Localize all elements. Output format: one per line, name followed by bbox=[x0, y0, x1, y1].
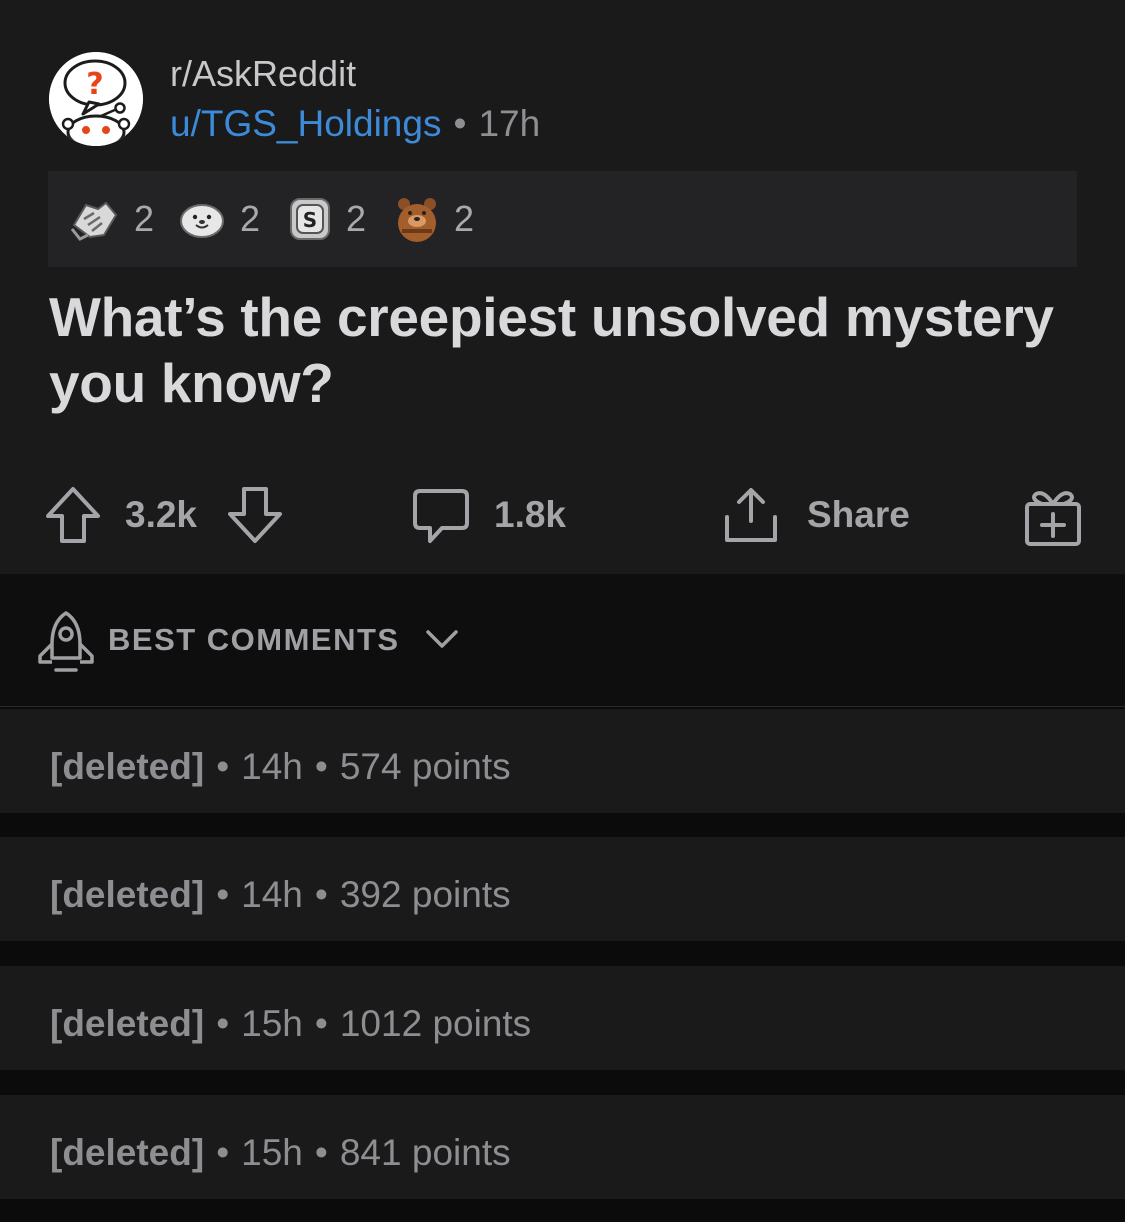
sort-label: BEST COMMENTS bbox=[108, 622, 400, 657]
comment-time: 14h bbox=[241, 746, 303, 787]
post-time: 17h bbox=[478, 103, 541, 144]
vote-score: 3.2k bbox=[125, 480, 197, 550]
chevron-down-icon bbox=[426, 630, 458, 648]
bear-award-icon bbox=[398, 198, 436, 242]
meta-separator: • bbox=[216, 1003, 230, 1044]
post-actions-bar: 3.2k 1.8k Share bbox=[0, 480, 1125, 550]
comment-author[interactable]: [deleted] bbox=[50, 874, 204, 915]
comment-points: 1012 points bbox=[339, 1003, 532, 1044]
svg-text:S: S bbox=[303, 208, 317, 232]
award-item[interactable]: S 2 bbox=[288, 195, 366, 243]
comment-meta: [deleted] • 14h • 574 points bbox=[50, 745, 511, 789]
comment-time: 15h bbox=[241, 1003, 303, 1044]
comment-item[interactable]: [deleted] • 14h • 392 points bbox=[0, 837, 1125, 941]
give-award-button[interactable] bbox=[1022, 480, 1084, 550]
downvote-arrow-icon bbox=[228, 487, 282, 543]
awards-bar[interactable]: 2 2 S 2 2 bbox=[48, 171, 1077, 267]
award-item[interactable]: 2 bbox=[70, 195, 154, 243]
award-count: 2 bbox=[346, 198, 367, 239]
meta-separator: • bbox=[216, 746, 230, 787]
meta-separator: • bbox=[314, 746, 328, 787]
post-card: ? r/AskReddit u/TGS_Holdings • 17h 2 2 S… bbox=[0, 0, 1125, 574]
comment-item[interactable]: [deleted] • 14h • 574 points bbox=[0, 709, 1125, 813]
askreddit-logo-icon: ? bbox=[49, 52, 143, 146]
comment-points: 392 points bbox=[339, 874, 511, 915]
award-item[interactable]: 2 bbox=[178, 195, 260, 243]
comment-bubble-icon bbox=[413, 489, 469, 543]
comment-author[interactable]: [deleted] bbox=[50, 746, 204, 787]
sort-selector[interactable]: BEST COMMENTS bbox=[108, 622, 460, 658]
comment-author[interactable]: [deleted] bbox=[50, 1132, 204, 1173]
upvote-button[interactable] bbox=[44, 480, 102, 550]
gift-icon bbox=[1025, 491, 1081, 546]
comment-meta: [deleted] • 15h • 841 points bbox=[50, 1131, 511, 1175]
meta-separator: • bbox=[216, 1132, 230, 1173]
award-count: 2 bbox=[240, 198, 261, 239]
meta-separator: • bbox=[314, 874, 328, 915]
share-button[interactable]: Share bbox=[721, 480, 910, 550]
comment-item[interactable]: [deleted] • 15h • 841 points bbox=[0, 1095, 1125, 1199]
wholesome-seal-award-icon bbox=[180, 204, 224, 238]
vote-count: 3.2k bbox=[125, 494, 198, 535]
comment-meta: [deleted] • 14h • 392 points bbox=[50, 873, 511, 917]
downvote-button[interactable] bbox=[226, 480, 284, 550]
silver-coin-award-icon: S bbox=[290, 198, 330, 240]
post-byline: u/TGS_Holdings • 17h bbox=[170, 101, 540, 147]
meta-separator: • bbox=[314, 1003, 328, 1044]
svg-text:?: ? bbox=[86, 67, 103, 102]
subreddit-avatar[interactable]: ? bbox=[49, 52, 143, 146]
meta-separator: • bbox=[216, 874, 230, 915]
comments-button[interactable]: 1.8k bbox=[412, 480, 566, 550]
comment-points: 574 points bbox=[339, 746, 511, 787]
award-count: 2 bbox=[134, 198, 155, 239]
comment-points: 841 points bbox=[339, 1132, 511, 1173]
award-item[interactable]: 2 bbox=[394, 195, 474, 243]
meta-separator: • bbox=[314, 1132, 328, 1173]
rocket-icon bbox=[38, 611, 94, 672]
comment-time: 15h bbox=[241, 1132, 303, 1173]
share-icon bbox=[725, 488, 777, 542]
comment-time: 14h bbox=[241, 874, 303, 915]
handshake-award-icon bbox=[70, 201, 118, 241]
comment-item[interactable]: [deleted] • 15h • 1012 points bbox=[0, 966, 1125, 1070]
comment-author[interactable]: [deleted] bbox=[50, 1003, 204, 1044]
comment-count: 1.8k bbox=[494, 494, 567, 535]
byline-separator: • bbox=[453, 103, 467, 144]
share-label: Share bbox=[807, 494, 910, 535]
post-title[interactable]: What’s the creepiest unsolved mystery yo… bbox=[49, 284, 1089, 416]
comment-meta: [deleted] • 15h • 1012 points bbox=[50, 1002, 531, 1046]
author-link[interactable]: u/TGS_Holdings bbox=[170, 103, 441, 144]
upvote-arrow-icon bbox=[46, 487, 100, 543]
award-count: 2 bbox=[454, 198, 475, 239]
subreddit-name[interactable]: r/AskReddit bbox=[170, 52, 356, 96]
